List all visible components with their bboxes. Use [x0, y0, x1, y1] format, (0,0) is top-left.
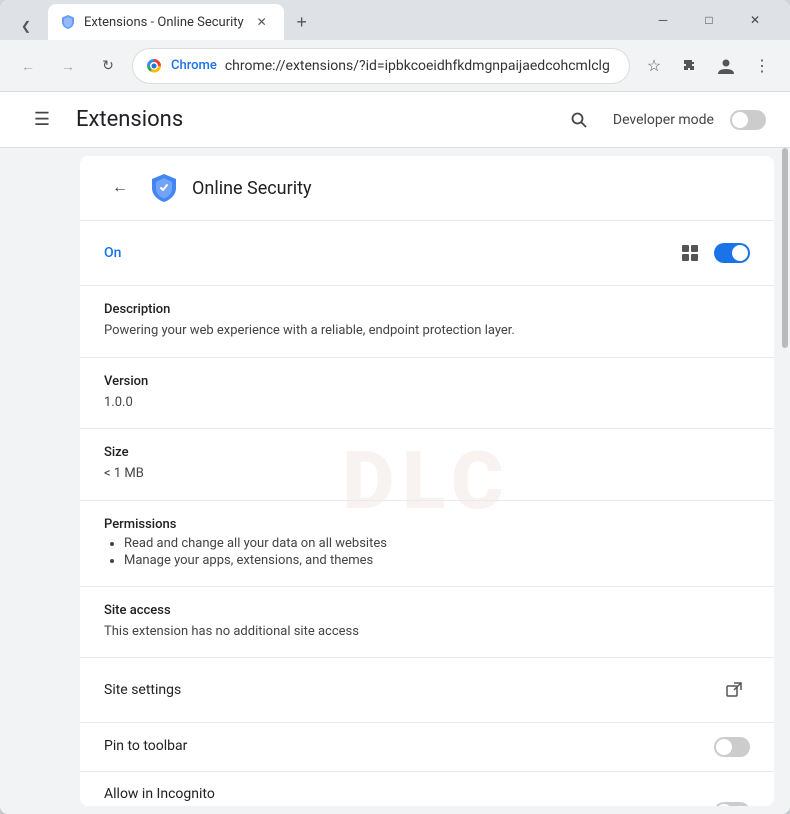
- version-label: Version: [104, 374, 750, 389]
- permissions-section: Permissions Read and change all your dat…: [80, 501, 774, 587]
- tab-close-button[interactable]: ✕: [252, 12, 272, 32]
- address-input[interactable]: Chrome chrome://extensions/?id=ipbkcoeid…: [132, 48, 630, 84]
- address-bar-actions: ☆ ⋮: [638, 50, 778, 82]
- site-access-value: This extension has no additional site ac…: [104, 622, 750, 642]
- menu-button[interactable]: ⋮: [746, 50, 778, 82]
- scrollbar-thumb[interactable]: [782, 148, 788, 348]
- scrollbar[interactable]: [774, 148, 790, 814]
- site-settings-label: Site settings: [104, 682, 181, 698]
- puzzle-icon: [682, 58, 698, 74]
- extensions-header: ☰ Extensions Developer mode: [0, 92, 790, 148]
- window-controls: ─ □ ✕: [640, 4, 778, 36]
- size-label: Size: [104, 445, 750, 460]
- extensions-button[interactable]: [674, 50, 706, 82]
- forward-browser-button[interactable]: →: [52, 50, 84, 82]
- content-scroll[interactable]: ← Online Security O: [80, 156, 774, 806]
- tab-title: Extensions - Online Security: [84, 15, 244, 30]
- extension-icon: [148, 172, 180, 204]
- bookmark-button[interactable]: ☆: [638, 50, 670, 82]
- pin-toolbar-toggle[interactable]: [714, 737, 750, 757]
- profile-button[interactable]: [710, 50, 742, 82]
- description-section: Description Powering your web experience…: [80, 286, 774, 358]
- grid-icon: [680, 243, 700, 263]
- tab-favicon: [60, 14, 76, 30]
- extension-status-text: On: [104, 245, 121, 261]
- size-value: < 1 MB: [104, 464, 750, 484]
- profile-icon: [717, 57, 735, 75]
- reload-button[interactable]: ↻: [92, 50, 124, 82]
- new-tab-button[interactable]: +: [288, 8, 316, 36]
- description-value: Powering your web experience with a reli…: [104, 321, 750, 341]
- chrome-brand-label: Chrome: [171, 58, 217, 73]
- title-bar: ❮ Extensions - Online Security ✕ + ─ □: [0, 0, 790, 40]
- search-button[interactable]: [561, 102, 597, 138]
- active-tab[interactable]: Extensions - Online Security ✕: [48, 4, 284, 40]
- hamburger-menu-button[interactable]: ☰: [24, 102, 60, 138]
- address-bar: ← → ↻ Chrome chrome://extensions/?id=ipb…: [0, 40, 790, 92]
- site-settings-row: Site settings: [80, 658, 774, 723]
- pin-toolbar-label: Pin to toolbar: [104, 738, 698, 754]
- incognito-toggle[interactable]: [714, 802, 750, 806]
- external-link-icon: [726, 682, 742, 698]
- search-icon: [570, 111, 588, 129]
- incognito-desc: Warning: Google Chrome cannot prevent ex…: [104, 804, 698, 806]
- back-to-extensions-button[interactable]: ←: [104, 172, 136, 204]
- scrollbar-track: [780, 148, 788, 814]
- extension-status-row: On: [80, 221, 774, 286]
- permissions-label: Permissions: [104, 517, 750, 532]
- permission-item-1: Read and change all your data on all web…: [124, 536, 750, 551]
- developer-mode-label: Developer mode: [613, 112, 714, 128]
- grid-view-button[interactable]: [674, 237, 706, 269]
- minimize-button[interactable]: ─: [640, 4, 686, 36]
- permission-item-2: Manage your apps, extensions, and themes: [124, 553, 750, 568]
- incognito-row: Allow in Incognito Warning: Google Chrom…: [80, 772, 774, 806]
- site-access-label: Site access: [104, 603, 750, 618]
- site-access-section: Site access This extension has no additi…: [80, 587, 774, 659]
- page-title: Extensions: [76, 107, 545, 132]
- url-text: chrome://extensions/?id=ipbkcoeidhfkdmgn…: [225, 58, 617, 74]
- main-content: DLC ← Online Security: [0, 148, 790, 814]
- maximize-button[interactable]: □: [686, 4, 732, 36]
- size-section: Size < 1 MB: [80, 429, 774, 501]
- extension-header: ← Online Security: [80, 156, 774, 221]
- left-sidebar: [0, 148, 80, 814]
- extension-name: Online Security: [192, 178, 312, 199]
- permissions-list: Read and change all your data on all web…: [104, 536, 750, 568]
- extension-detail-panel: DLC ← Online Security: [80, 156, 774, 806]
- version-section: Version 1.0.0: [80, 358, 774, 430]
- site-settings-link-button[interactable]: [718, 674, 750, 706]
- close-button[interactable]: ✕: [732, 4, 778, 36]
- tab-prev-button[interactable]: ❮: [12, 12, 40, 40]
- back-browser-button[interactable]: ←: [12, 50, 44, 82]
- extension-enable-toggle[interactable]: [714, 243, 750, 263]
- pin-toolbar-row: Pin to toolbar: [80, 723, 774, 772]
- chrome-logo-icon: [145, 57, 163, 75]
- page-content: ☰ Extensions Developer mode: [0, 92, 790, 814]
- developer-mode-toggle[interactable]: [730, 110, 766, 130]
- description-label: Description: [104, 302, 750, 317]
- incognito-label: Allow in Incognito: [104, 786, 698, 802]
- version-value: 1.0.0: [104, 393, 750, 413]
